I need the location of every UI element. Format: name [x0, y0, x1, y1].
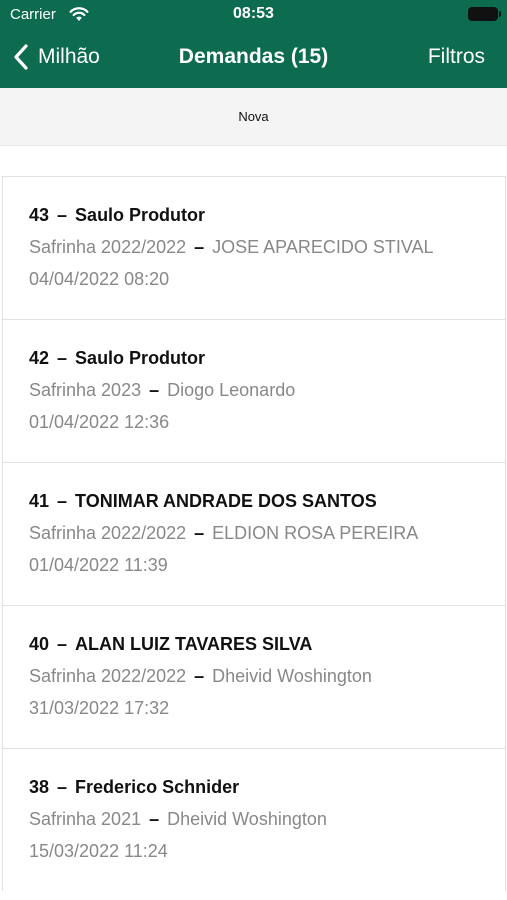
item-datetime: 04/04/2022 08:20 — [29, 269, 170, 289]
item-datetime: 01/04/2022 12:36 — [29, 412, 170, 432]
list-item[interactable]: 38– Frederico Schnider Safrinha 2021– Dhei… — [2, 748, 506, 891]
item-season: Safrinha 2021 — [29, 809, 142, 829]
separator: – — [194, 666, 205, 686]
item-season: Safrinha 2022/2022 — [29, 666, 187, 686]
demands-list: 43– Saulo Produtor Safrinha 2022/2022– JOS… — [0, 176, 507, 891]
list-item[interactable]: 43– Saulo Produtor Safrinha 2022/2022– JOS… — [2, 176, 506, 319]
back-label: Milhão — [38, 45, 100, 68]
status-bar: Carrier 08:53 — [0, 0, 507, 28]
new-button[interactable]: Nova — [0, 109, 507, 124]
separator: – — [194, 523, 205, 543]
list-item[interactable]: 42– Saulo Produtor Safrinha 2023– Diogo Le… — [2, 319, 506, 462]
item-person: Diogo Leonardo — [167, 380, 296, 400]
list-item[interactable]: 40– ALAN LUIZ TAVARES SILVA Safrinha 2022… — [2, 605, 506, 748]
item-person: ELDION ROSA PEREIRA — [212, 523, 419, 543]
battery-icon — [468, 7, 501, 21]
item-season: Safrinha 2022/2022 — [29, 237, 187, 257]
item-datetime: 15/03/2022 11:24 — [29, 841, 168, 861]
item-datetime: 01/04/2022 11:39 — [29, 555, 168, 575]
item-id: 43 — [29, 205, 50, 225]
separator: – — [57, 348, 68, 368]
separator: – — [194, 237, 205, 257]
item-name: Frederico Schnider — [75, 777, 240, 797]
separator: – — [149, 809, 160, 829]
app-header: Carrier 08:53 Milhão Demandas (15) Filtr… — [0, 0, 507, 88]
item-season: Safrinha 2023 — [29, 380, 142, 400]
list-item[interactable]: 41– TONIMAR ANDRADE DOS SANTOS Safrinha 2… — [2, 462, 506, 605]
item-id: 41 — [29, 491, 50, 511]
item-season: Safrinha 2022/2022 — [29, 523, 187, 543]
item-id: 42 — [29, 348, 50, 368]
item-name: TONIMAR ANDRADE DOS SANTOS — [75, 491, 377, 511]
item-person: Dheivid Woshington — [167, 809, 327, 829]
separator: – — [149, 380, 160, 400]
item-name: Saulo Produtor — [75, 205, 206, 225]
item-person: Dheivid Woshington — [212, 666, 372, 686]
nav-bar: Milhão Demandas (15) Filtros — [0, 34, 507, 82]
filters-button[interactable]: Filtros — [428, 45, 485, 69]
separator: – — [57, 205, 68, 225]
separator: – — [57, 777, 68, 797]
chevron-left-icon — [14, 44, 28, 70]
item-person: JOSE APARECIDO STIVAL — [212, 237, 434, 257]
clock: 08:53 — [233, 5, 274, 22]
separator: – — [57, 634, 68, 654]
back-button[interactable]: Milhão — [10, 42, 100, 72]
separator: – — [57, 491, 68, 511]
item-name: Saulo Produtor — [75, 348, 206, 368]
item-id: 40 — [29, 634, 50, 654]
item-datetime: 31/03/2022 17:32 — [29, 698, 170, 718]
item-name: ALAN LUIZ TAVARES SILVA — [75, 634, 313, 654]
item-id: 38 — [29, 777, 50, 797]
toolbar: Nova — [0, 88, 507, 146]
